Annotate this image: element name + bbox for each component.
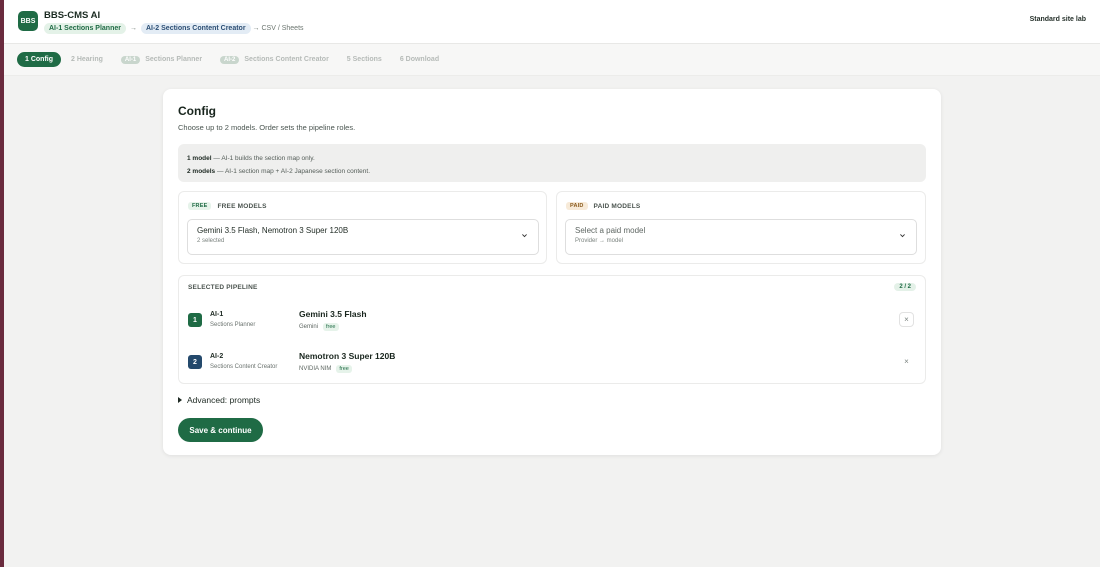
window-edge — [0, 0, 4, 567]
row-number: 1 — [188, 313, 202, 327]
flow-output: → CSV / Sheets — [252, 25, 304, 32]
step-chip-ai1: AI-1 — [120, 55, 141, 64]
paid-models-heading: PAID PAID MODELS — [566, 202, 640, 210]
step-nav: 1 Config 2 Hearing AI-1 Sections Planner… — [4, 44, 1100, 76]
row-role: AI-2 — [210, 353, 224, 360]
chevron-down-icon — [900, 234, 905, 238]
step-sections-planner[interactable]: AI-1 Sections Planner — [120, 55, 203, 64]
row-model-provider: Gemini free — [299, 323, 339, 331]
row-role: AI-1 — [210, 311, 224, 318]
info-line-1: 1 model — AI-1 builds the section map on… — [187, 155, 315, 162]
step-label: Sections Content Creator — [244, 56, 329, 63]
chevron-down-icon — [522, 234, 527, 238]
paid-tag: PAID — [566, 202, 588, 210]
page-title: Config — [178, 104, 216, 118]
free-models-value: Gemini 3.5 Flash, Nemotron 3 Super 120B — [197, 226, 349, 235]
app-header: BBS BBS-CMS AI AI-1 Sections Planner → A… — [4, 0, 1100, 44]
pipeline-flow: AI-1 Sections Planner → AI-2 Sections Co… — [44, 23, 304, 34]
step-label: Sections Planner — [145, 56, 203, 63]
standard-site-lab-link[interactable]: Standard site lab — [1030, 16, 1086, 23]
flow-step-ai2: AI-2 Sections Content Creator — [140, 23, 251, 34]
step-chip-ai2: AI-2 — [220, 55, 240, 64]
pipeline-count-badge: 2 / 2 — [894, 283, 916, 291]
free-badge: free — [336, 365, 352, 373]
pipeline-heading: SELECTED PIPELINE — [188, 284, 258, 291]
step-sections[interactable]: 5 Sections — [347, 56, 382, 63]
step-config[interactable]: 1 Config — [17, 52, 61, 67]
row-model-name: Nemotron 3 Super 120B — [299, 351, 396, 361]
save-continue-button[interactable]: Save & continue — [178, 418, 263, 442]
info-line-2: 2 models — AI-1 section map + AI-2 Japan… — [187, 168, 371, 175]
free-models-panel: FREE FREE MODELS Gemini 3.5 Flash, Nemot… — [178, 191, 547, 264]
page-subtitle: Choose up to 2 models. Order sets the pi… — [178, 123, 356, 132]
flow-step-ai1: AI-1 Sections Planner — [44, 23, 126, 34]
free-models-select[interactable]: Gemini 3.5 Flash, Nemotron 3 Super 120B … — [187, 219, 539, 255]
arrow-right-icon: → — [129, 25, 137, 32]
free-badge: free — [323, 323, 339, 331]
paid-models-placeholder: Select a paid model — [575, 226, 646, 235]
step-download[interactable]: 6 Download — [400, 56, 439, 63]
app-title: BBS-CMS AI — [44, 10, 101, 21]
paid-models-select[interactable]: Select a paid model Provider → model — [565, 219, 917, 255]
info-box: 1 model — AI-1 builds the section map on… — [178, 144, 926, 182]
row-model-name: Gemini 3.5 Flash — [299, 309, 367, 319]
free-models-count: 2 selected — [197, 238, 225, 244]
selected-pipeline: SELECTED PIPELINE 2 / 2 1 AI-1 Sections … — [178, 275, 926, 384]
row-model-provider: NVIDIA NIM free — [299, 365, 352, 373]
free-tag: FREE — [188, 202, 212, 210]
remove-model-button[interactable]: × — [899, 354, 914, 369]
config-card: Config Choose up to 2 models. Order sets… — [163, 89, 941, 455]
caret-right-icon — [178, 397, 182, 403]
free-models-heading: FREE FREE MODELS — [188, 202, 267, 210]
paid-models-hint: Provider → model — [575, 238, 624, 244]
step-sections-content-creator[interactable]: AI-2 Sections Content Creator — [220, 55, 329, 64]
advanced-prompts-toggle[interactable]: Advanced: prompts — [178, 395, 260, 405]
pipeline-row: 2 AI-2 Sections Content Creator Nemotron… — [179, 344, 927, 382]
row-role-sub: Sections Content Creator — [210, 364, 278, 370]
row-role-sub: Sections Planner — [210, 322, 256, 328]
pipeline-row: 1 AI-1 Sections Planner Gemini 3.5 Flash… — [179, 302, 927, 340]
row-number: 2 — [188, 355, 202, 369]
step-hearing[interactable]: 2 Hearing — [71, 56, 103, 63]
app-logo: BBS — [18, 11, 38, 31]
remove-model-button[interactable]: × — [899, 312, 914, 327]
paid-models-panel: PAID PAID MODELS Select a paid model Pro… — [556, 191, 926, 264]
